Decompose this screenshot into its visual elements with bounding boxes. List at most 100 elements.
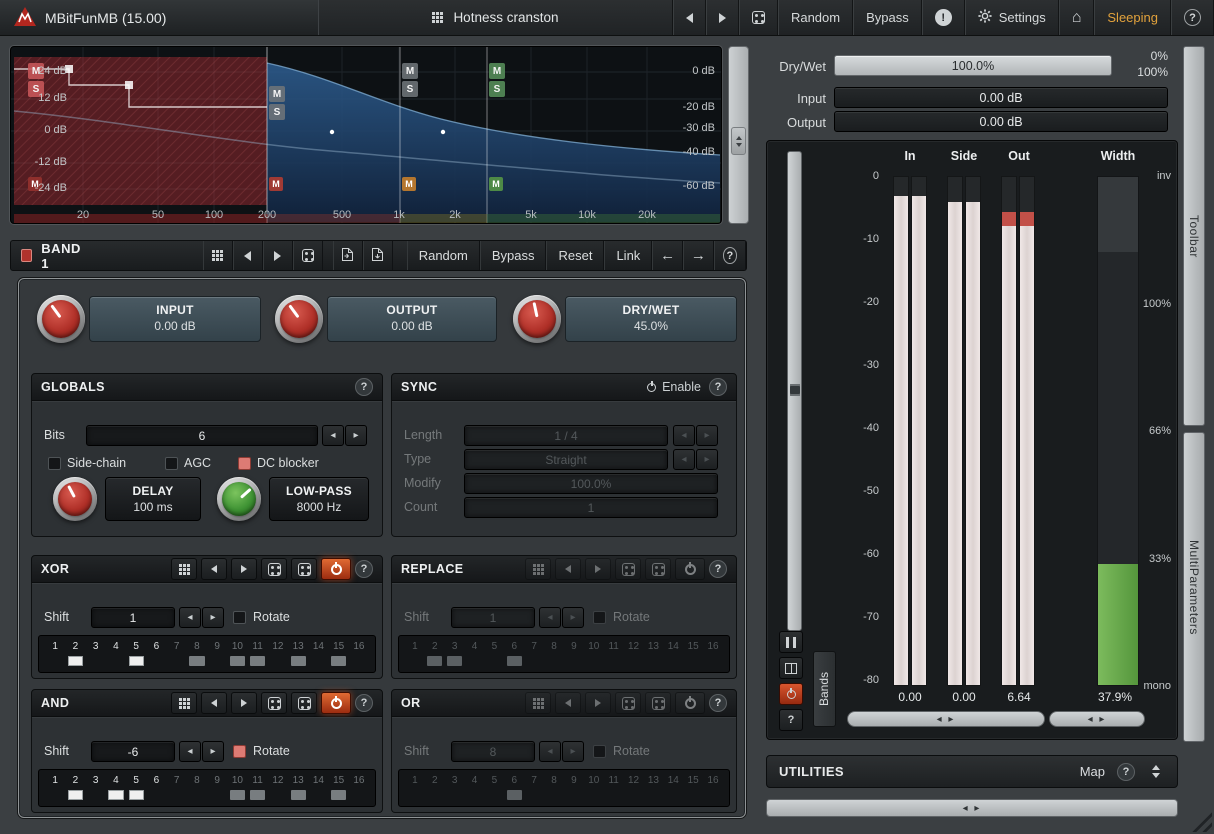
bit-cell-16[interactable]: [706, 656, 721, 666]
bit-cell-10[interactable]: [230, 656, 245, 666]
band-output-knob[interactable]: [275, 295, 323, 343]
bit-cell-8[interactable]: [547, 656, 562, 666]
xor-power-button[interactable]: [321, 558, 351, 580]
xor-random2-button[interactable]: [291, 558, 317, 580]
length-slider[interactable]: 1 / 4: [464, 425, 668, 446]
bit-cell-7[interactable]: [527, 790, 542, 800]
bit-cell-1[interactable]: [408, 790, 423, 800]
and-random-button[interactable]: [261, 692, 287, 714]
preset-button[interactable]: Hotness cranston: [318, 0, 673, 35]
bands-tab[interactable]: Bands: [813, 651, 836, 727]
or-help-button[interactable]: ?: [709, 694, 727, 712]
band-drywet-knob[interactable]: [513, 295, 561, 343]
bottom-hscrollbar[interactable]: ◂ ▸: [766, 799, 1178, 817]
or-random2-button[interactable]: [645, 692, 671, 714]
bit-cell-5[interactable]: [487, 656, 502, 666]
band-bypass-button[interactable]: Bypass: [480, 241, 547, 270]
bit-cell-6[interactable]: [149, 656, 164, 666]
side-chain-checkbox[interactable]: [48, 457, 61, 470]
band-link-button[interactable]: Link: [604, 241, 652, 270]
bit-cell-4[interactable]: [467, 790, 482, 800]
xor-next-button[interactable]: [231, 558, 257, 580]
xor-shift-slider[interactable]: 1: [91, 607, 175, 628]
and-prev-button[interactable]: [201, 692, 227, 714]
band-random-button[interactable]: [293, 241, 323, 270]
bit-cell-14[interactable]: [311, 656, 326, 666]
band-input-knob[interactable]: [37, 295, 85, 343]
bit-cell-13[interactable]: [291, 790, 306, 800]
and-help-button[interactable]: ?: [355, 694, 373, 712]
bit-cell-3[interactable]: [88, 790, 103, 800]
bit-cell-9[interactable]: [210, 790, 225, 800]
bit-cell-16[interactable]: [706, 790, 721, 800]
replace-power-button[interactable]: [675, 558, 705, 580]
previous-preset-button[interactable]: [673, 0, 706, 35]
lowpass-knob[interactable]: [217, 477, 261, 521]
multiparameters-collapsed-tab[interactable]: MultiParameters: [1183, 432, 1205, 742]
bit-cell-1[interactable]: [48, 790, 63, 800]
bit-cell-9[interactable]: [210, 656, 225, 666]
bit-cell-6[interactable]: [149, 790, 164, 800]
bit-cell-12[interactable]: [626, 790, 641, 800]
bit-cell-2[interactable]: [427, 656, 442, 666]
info-button[interactable]: !: [922, 0, 965, 35]
bit-cell-14[interactable]: [311, 790, 326, 800]
meter-power-button[interactable]: [779, 683, 803, 705]
xor-shift-increment[interactable]: ▸: [202, 607, 224, 628]
bit-cell-11[interactable]: [250, 656, 265, 666]
bit-cell-10[interactable]: [586, 790, 601, 800]
band-reset-button[interactable]: Reset: [546, 241, 604, 270]
bit-cell-5[interactable]: [129, 656, 144, 666]
replace-rotate-checkbox[interactable]: [593, 611, 606, 624]
band-paste-button[interactable]: [363, 241, 393, 270]
bit-cell-15[interactable]: [686, 656, 701, 666]
home-button[interactable]: ⌂: [1059, 0, 1095, 35]
meter-range-slider[interactable]: [787, 151, 802, 631]
meter-hscrollbar[interactable]: ◂ ▸: [847, 711, 1045, 727]
band3-side-badge[interactable]: S: [402, 81, 418, 97]
bit-cell-1[interactable]: [48, 656, 63, 666]
or-random-button[interactable]: [615, 692, 641, 714]
bit-cell-6[interactable]: [507, 656, 522, 666]
delay-knob[interactable]: [53, 477, 97, 521]
bit-cell-15[interactable]: [331, 790, 346, 800]
and-rotate-checkbox[interactable]: [233, 745, 246, 758]
or-power-button[interactable]: [675, 692, 705, 714]
bit-cell-11[interactable]: [606, 656, 621, 666]
output-slider[interactable]: 0.00 dB: [834, 111, 1168, 132]
spectrum-resize-strip[interactable]: [728, 46, 749, 224]
replace-random2-button[interactable]: [645, 558, 671, 580]
and-power-button[interactable]: [321, 692, 351, 714]
band2-handle[interactable]: M: [269, 177, 283, 191]
bit-cell-12[interactable]: [270, 656, 285, 666]
replace-presets-button[interactable]: [525, 558, 551, 580]
bit-cell-9[interactable]: [567, 656, 582, 666]
bit-cell-9[interactable]: [567, 790, 582, 800]
bit-cell-7[interactable]: [169, 656, 184, 666]
replace-help-button[interactable]: ?: [709, 560, 727, 578]
next-preset-button[interactable]: [706, 0, 739, 35]
agc-checkbox[interactable]: [165, 457, 178, 470]
bits-increment-button[interactable]: ▸: [345, 425, 367, 446]
or-next-button[interactable]: [585, 692, 611, 714]
xor-shift-decrement[interactable]: ◂: [179, 607, 201, 628]
band2-side-badge[interactable]: S: [269, 104, 285, 120]
bit-cell-4[interactable]: [467, 656, 482, 666]
replace-next-button[interactable]: [585, 558, 611, 580]
bit-cell-2[interactable]: [68, 790, 83, 800]
replace-shift-slider[interactable]: 1: [451, 607, 535, 628]
bits-slider[interactable]: 6: [86, 425, 318, 446]
bit-cell-15[interactable]: [331, 656, 346, 666]
bit-cell-6[interactable]: [507, 790, 522, 800]
bit-cell-5[interactable]: [129, 790, 144, 800]
meter-options-icon[interactable]: [790, 384, 800, 396]
utilities-bar[interactable]: UTILITIES Map ?: [766, 755, 1178, 788]
or-shift-increment[interactable]: ▸: [562, 741, 584, 762]
drywet-slider[interactable]: 100.0%: [834, 55, 1112, 76]
dc-blocker-checkbox[interactable]: [238, 457, 251, 470]
sync-enable-button[interactable]: Enable: [647, 380, 701, 394]
bit-cell-3[interactable]: [88, 656, 103, 666]
type-slider[interactable]: Straight: [464, 449, 668, 470]
sync-help-button[interactable]: ?: [709, 378, 727, 396]
or-prev-button[interactable]: [555, 692, 581, 714]
